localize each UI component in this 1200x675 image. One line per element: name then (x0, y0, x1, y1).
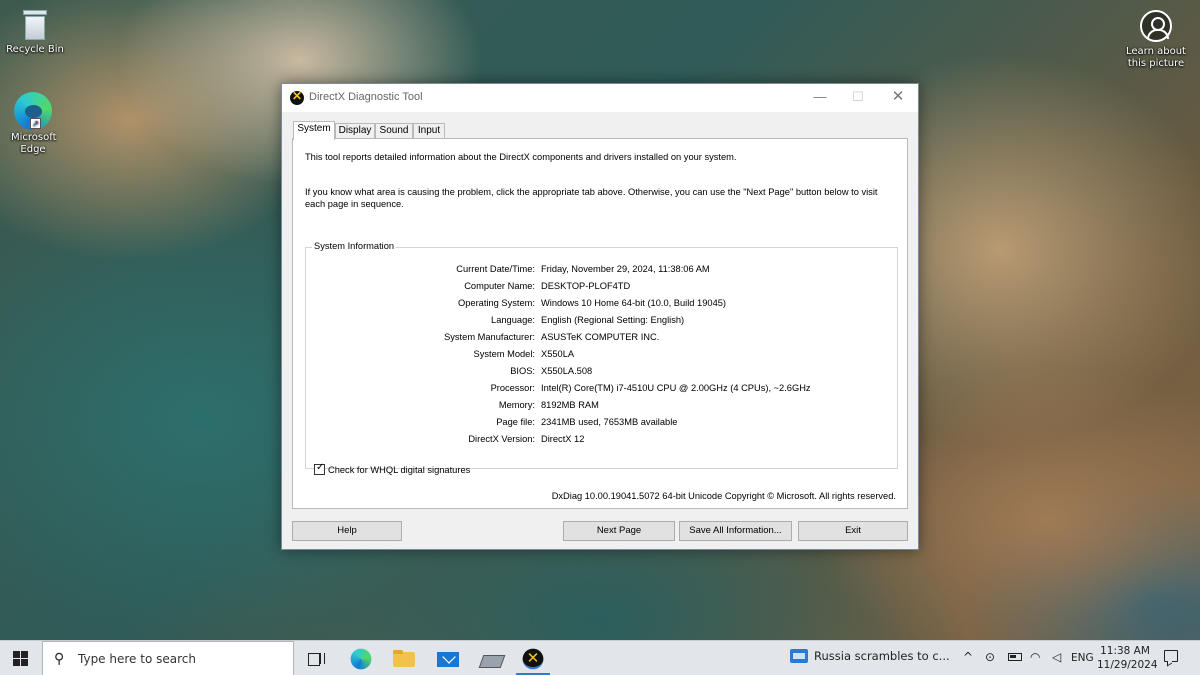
file-explorer-icon[interactable] (391, 646, 417, 672)
show-hidden-icons-chevron-icon[interactable]: ^ (963, 650, 973, 664)
wifi-icon[interactable]: ◠ (1030, 650, 1040, 664)
tab-input[interactable]: Input (413, 123, 445, 139)
info-value: ASUSTeK COMPUTER INC. (541, 332, 660, 342)
info-row-model: System Model: X550LA (306, 349, 896, 363)
whql-label: Check for WHQL digital signatures (328, 465, 471, 475)
news-headline: Russia scrambles to c... (814, 649, 950, 663)
info-row-computer-name: Computer Name: DESKTOP-PLOF4TD (306, 281, 896, 295)
info-value: X550LA.508 (541, 366, 593, 376)
info-label: Current Date/Time: (456, 264, 535, 274)
desktop-icon-label: Recycle Bin (6, 44, 64, 55)
mail-icon[interactable] (435, 646, 461, 672)
intro-text: This tool reports detailed information a… (305, 152, 737, 162)
info-value: 8192MB RAM (541, 400, 599, 410)
search-placeholder: Type here to search (78, 652, 196, 666)
info-row-memory: Memory: 8192MB RAM (306, 400, 896, 414)
whql-checkbox[interactable]: Check for WHQL digital signatures (314, 462, 471, 475)
info-value: Windows 10 Home 64-bit (10.0, Build 1904… (541, 298, 727, 308)
battery-icon[interactable] (1008, 653, 1022, 661)
taskbar-search-box[interactable]: ⚲ Type here to search (42, 641, 294, 675)
taskbar: ⚲ Type here to search Russia scrambles t… (0, 640, 1200, 675)
camera-info-icon (1140, 10, 1172, 42)
dxdiag-window: DirectX Diagnostic Tool — ☐ ✕ System Dis… (281, 83, 919, 550)
help-button[interactable]: Help (292, 521, 402, 541)
minimize-button[interactable]: — (802, 84, 838, 112)
info-label: Memory: (498, 400, 535, 410)
info-label: Operating System: (458, 298, 535, 308)
tab-display[interactable]: Display (335, 123, 375, 139)
maximize-button: ☐ (852, 89, 864, 104)
copyright-text: DxDiag 10.00.19041.5072 64-bit Unicode C… (551, 491, 896, 501)
info-label: System Manufacturer: (444, 332, 535, 342)
meet-now-icon[interactable]: ⊙ (985, 650, 995, 664)
clock-time: 11:38 AM (1100, 645, 1150, 657)
recycle-bin-icon (21, 8, 49, 42)
task-view-icon[interactable] (302, 646, 328, 672)
clock-date: 11/29/2024 (1097, 659, 1158, 671)
tab-system[interactable]: System (293, 121, 335, 140)
shortcut-arrow-icon: ↗ (30, 118, 41, 129)
info-label: Language: (491, 315, 535, 325)
info-label: Computer Name: (464, 281, 535, 291)
edge-icon[interactable] (350, 648, 372, 670)
info-row-directx-version: DirectX Version: DirectX 12 (306, 434, 896, 448)
info-value: 2341MB used, 7653MB available (541, 417, 678, 427)
start-button[interactable] (0, 641, 42, 675)
instructions-text: If you know what area is causing the pro… (305, 187, 878, 209)
notification-center-icon[interactable] (1164, 650, 1178, 662)
info-row-operating-system: Operating System: Windows 10 Home 64-bit… (306, 298, 896, 312)
window-title: DirectX Diagnostic Tool (309, 91, 423, 103)
desktop-icon-recycle-bin[interactable]: Recycle Bin (0, 8, 70, 56)
close-button[interactable]: ✕ (880, 84, 916, 112)
info-label: BIOS: (510, 366, 535, 376)
info-value: X550LA (541, 349, 575, 359)
installer-icon[interactable] (478, 646, 504, 672)
info-row-manufacturer: System Manufacturer: ASUSTeK COMPUTER IN… (306, 332, 896, 346)
info-row-page-file: Page file: 2341MB used, 7653MB available (306, 417, 896, 431)
directx-icon[interactable] (522, 648, 544, 670)
info-label: DirectX Version: (468, 434, 535, 444)
info-row-bios: BIOS: X550LA.508 (306, 366, 896, 380)
volume-icon[interactable]: ◁ (1052, 650, 1061, 664)
exit-button[interactable]: Exit (798, 521, 908, 541)
info-value: DESKTOP-PLOF4TD (541, 281, 631, 291)
tab-sound[interactable]: Sound (375, 123, 413, 139)
info-row-processor: Processor: Intel(R) Core(TM) i7-4510U CP… (306, 383, 896, 397)
checkbox-checked-icon[interactable] (314, 462, 325, 475)
info-value: English (Regional Setting: English) (541, 315, 685, 325)
info-label: Processor: (490, 383, 535, 393)
desktop-icon-label: Microsoft Edge (11, 132, 57, 155)
info-row-language: Language: English (Regional Setting: Eng… (306, 315, 896, 329)
windows-logo-icon (13, 651, 29, 667)
info-value: DirectX 12 (541, 434, 585, 444)
news-widget[interactable]: Russia scrambles to c... (790, 649, 950, 669)
edge-icon: ↗ (14, 92, 52, 130)
directx-icon (290, 89, 304, 105)
desktop-icon-edge[interactable]: ↗ Microsoft Edge (0, 92, 68, 156)
group-title: System Information (312, 241, 397, 251)
next-page-button[interactable]: Next Page (563, 521, 675, 541)
system-tab-panel: This tool reports detailed information a… (292, 138, 908, 509)
system-information-group: System Information Current Date/Time: Fr… (305, 241, 898, 475)
news-icon (790, 649, 808, 663)
info-value: Friday, November 29, 2024, 11:38:06 AM (541, 264, 710, 274)
clock[interactable]: 11:38 AM 11/29/2024 (1097, 644, 1158, 672)
info-row-date-time: Current Date/Time: Friday, November 29, … (306, 264, 896, 278)
language-indicator[interactable]: ENG (1071, 652, 1094, 664)
save-all-information-button[interactable]: Save All Information... (679, 521, 792, 541)
search-icon: ⚲ (54, 651, 65, 667)
title-bar[interactable]: DirectX Diagnostic Tool — ☐ ✕ (282, 84, 918, 112)
info-label: Page file: (496, 417, 535, 427)
info-value: Intel(R) Core(TM) i7-4510U CPU @ 2.00GHz… (541, 383, 811, 393)
learn-about-picture[interactable]: Learn about this picture (1118, 10, 1194, 70)
info-label: System Model: (473, 349, 535, 359)
learn-about-picture-label: Learn about this picture (1126, 46, 1186, 69)
